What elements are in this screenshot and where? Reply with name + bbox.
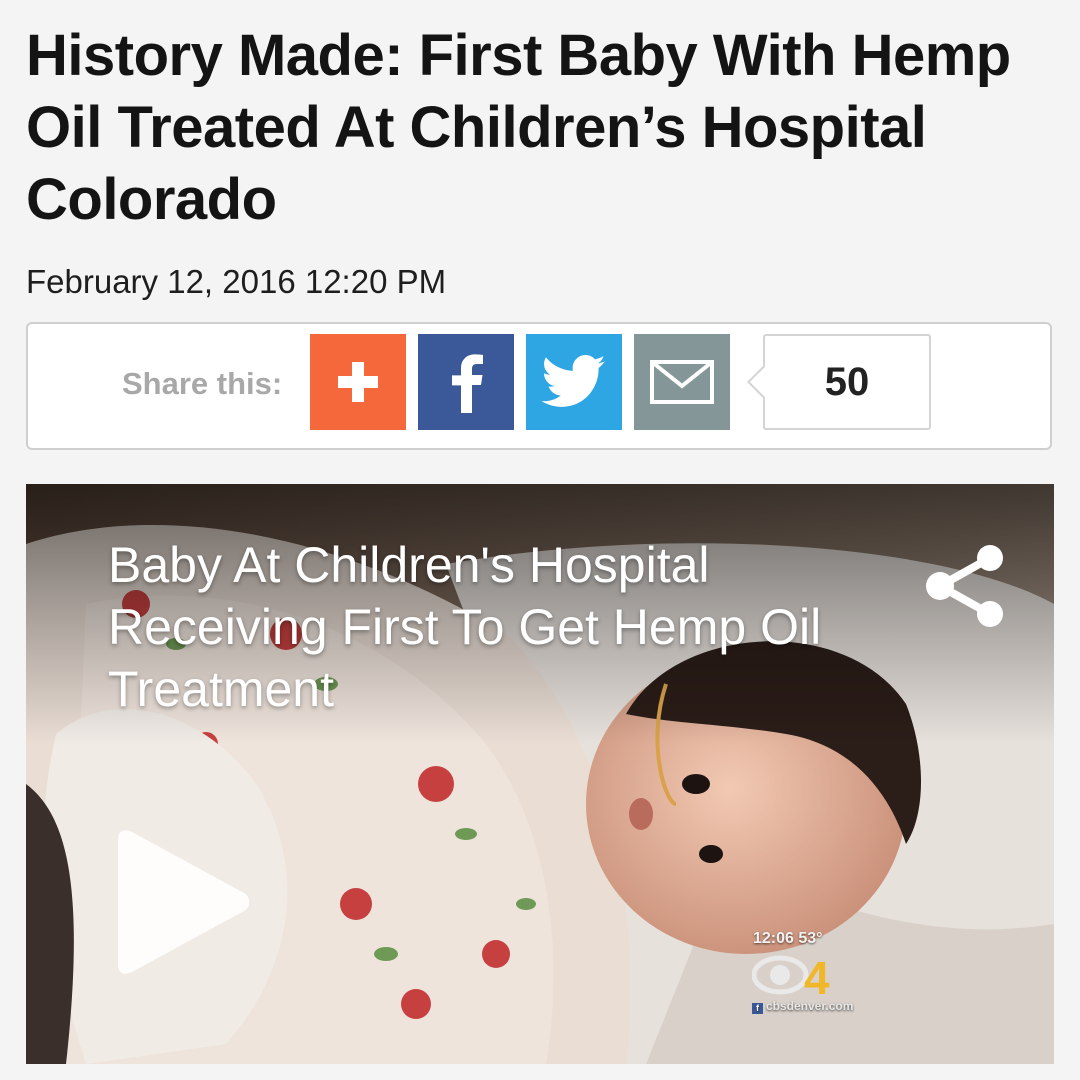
twitter-share-button[interactable] [526, 334, 622, 430]
addthis-share-button[interactable] [310, 334, 406, 430]
share-count: 50 [824, 359, 870, 404]
facebook-icon [452, 354, 483, 413]
station-url: f cbsdenver.com [752, 999, 853, 1014]
email-share-button[interactable] [634, 334, 730, 430]
article-headline: History Made: First Baby With Hemp Oil T… [26, 23, 1011, 232]
share-label: Share this: [122, 366, 283, 401]
share-bar: Share this: 50 [26, 322, 1052, 450]
envelope-icon [650, 360, 714, 404]
twitter-bird-icon [541, 355, 606, 407]
share-count-bubble: 50 [747, 334, 931, 430]
share-icon[interactable] [918, 538, 1014, 634]
video-player[interactable]: Baby At Children's Hospital Receiving Fi… [26, 484, 1054, 1064]
video-title: Baby At Children's Hospital Receiving Fi… [108, 537, 822, 717]
bubble-pointer [747, 365, 781, 399]
play-icon[interactable] [108, 829, 258, 979]
facebook-mini-icon: f [752, 1003, 763, 1014]
station-url-text: cbsdenver.com [766, 999, 854, 1013]
facebook-share-button[interactable] [418, 334, 514, 430]
svg-text:4: 4 [804, 952, 830, 998]
plus-icon [338, 362, 378, 402]
article-timestamp: February 12, 2016 12:20 PM [26, 263, 447, 300]
station-time-temperature: 12:06 53° [753, 930, 823, 947]
cbs4-logo: 4 [752, 952, 830, 998]
